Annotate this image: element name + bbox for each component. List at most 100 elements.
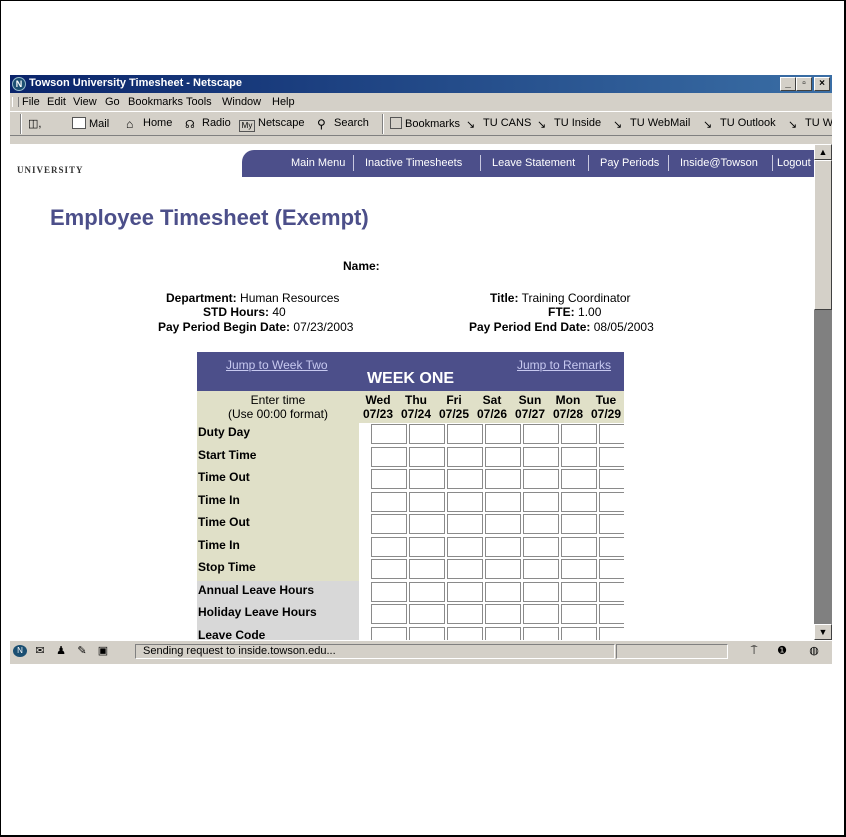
time-input[interactable]: [409, 559, 445, 579]
scroll-down-button[interactable]: ▼: [814, 624, 832, 640]
time-input[interactable]: [523, 491, 559, 512]
time-input[interactable]: [523, 514, 559, 534]
time-input[interactable]: [599, 604, 624, 624]
time-input[interactable]: [599, 469, 624, 489]
online-connection-icon[interactable]: ⍑: [744, 645, 764, 657]
time-input[interactable]: [561, 424, 597, 444]
time-input[interactable]: [485, 514, 521, 534]
toolbar-tu-web[interactable]: ↘TU Web(: [788, 117, 832, 131]
toolbar-tu-cans[interactable]: ↘ TU CANS: [466, 117, 531, 131]
time-input[interactable]: [561, 581, 597, 602]
menu-go[interactable]: Go: [105, 96, 120, 108]
time-input[interactable]: [447, 514, 483, 534]
time-input[interactable]: [599, 424, 624, 444]
time-input[interactable]: [371, 469, 407, 489]
nav-inside-towson[interactable]: Inside@Towson: [680, 157, 758, 169]
time-input[interactable]: [599, 491, 624, 512]
minimize-button[interactable]: _: [780, 77, 796, 91]
nav-main-menu[interactable]: Main Menu: [291, 157, 345, 169]
time-input[interactable]: [447, 536, 483, 557]
scroll-track[interactable]: [814, 310, 832, 624]
time-input[interactable]: [447, 424, 483, 444]
time-input[interactable]: [485, 536, 521, 557]
time-input[interactable]: [599, 559, 624, 579]
menu-help[interactable]: Help: [272, 96, 295, 108]
time-input[interactable]: [485, 581, 521, 602]
time-input[interactable]: [447, 491, 483, 512]
time-input[interactable]: [561, 514, 597, 534]
time-input[interactable]: [371, 536, 407, 557]
time-input[interactable]: [409, 581, 445, 602]
time-input[interactable]: [485, 446, 521, 467]
netscape-navigator-icon[interactable]: N: [13, 645, 27, 657]
toolbar-tu-inside[interactable]: ↘ TU Inside: [537, 117, 601, 131]
time-input[interactable]: [561, 536, 597, 557]
time-input[interactable]: [409, 469, 445, 489]
security-lock-icon[interactable]: ◍: [807, 645, 821, 657]
time-input[interactable]: [561, 469, 597, 489]
time-input[interactable]: [485, 559, 521, 579]
menu-edit[interactable]: Edit: [47, 96, 66, 108]
time-input[interactable]: [523, 559, 559, 579]
tabs-icon[interactable]: ◫,: [28, 117, 41, 130]
time-input[interactable]: [371, 604, 407, 624]
time-input[interactable]: [485, 626, 521, 640]
time-input[interactable]: [409, 446, 445, 467]
scroll-thumb[interactable]: [814, 160, 832, 310]
time-input[interactable]: [371, 491, 407, 512]
close-button[interactable]: ×: [814, 77, 830, 91]
cookie-icon[interactable]: ❶: [772, 645, 792, 657]
toolbar-tu-outlook[interactable]: ↘ TU Outlook: [703, 117, 776, 131]
time-input[interactable]: [561, 626, 597, 640]
time-input[interactable]: [599, 446, 624, 467]
aim-icon[interactable]: ♟: [54, 645, 68, 657]
time-input[interactable]: [447, 604, 483, 624]
toolbar-bookmarks[interactable]: Bookmarks: [390, 117, 460, 130]
time-input[interactable]: [485, 604, 521, 624]
maximize-button[interactable]: ▫: [796, 77, 812, 91]
time-input[interactable]: [447, 446, 483, 467]
time-input[interactable]: [599, 536, 624, 557]
time-input[interactable]: [485, 469, 521, 489]
toolbar-search[interactable]: ⚲ Search: [317, 117, 369, 130]
time-input[interactable]: [409, 604, 445, 624]
mail-icon[interactable]: ✉: [33, 645, 47, 657]
time-input[interactable]: [485, 491, 521, 512]
time-input[interactable]: [523, 536, 559, 557]
toolbar-netscape[interactable]: My Netscape: [239, 117, 304, 132]
menu-bookmarks[interactable]: Bookmarks: [128, 96, 183, 108]
time-input[interactable]: [599, 514, 624, 534]
nav-leave-statement[interactable]: Leave Statement: [492, 157, 575, 169]
toolbar-home[interactable]: ⌂ Home: [126, 117, 172, 130]
vertical-scrollbar[interactable]: ▲ ▼: [814, 144, 832, 640]
time-input[interactable]: [561, 559, 597, 579]
nav-inactive-timesheets[interactable]: Inactive Timesheets: [365, 157, 462, 169]
time-input[interactable]: [409, 491, 445, 512]
time-input[interactable]: [409, 424, 445, 444]
nav-pay-periods[interactable]: Pay Periods: [600, 157, 659, 169]
time-input[interactable]: [409, 536, 445, 557]
time-input[interactable]: [523, 469, 559, 489]
toolbar-mail[interactable]: Mail: [72, 117, 109, 130]
time-input[interactable]: [371, 626, 407, 640]
time-input[interactable]: [371, 424, 407, 444]
time-input[interactable]: [447, 626, 483, 640]
time-input[interactable]: [371, 581, 407, 602]
time-input[interactable]: [561, 604, 597, 624]
scroll-up-button[interactable]: ▲: [814, 144, 832, 160]
time-input[interactable]: [599, 626, 624, 640]
time-input[interactable]: [371, 446, 407, 467]
time-input[interactable]: [523, 604, 559, 624]
nav-logout[interactable]: Logout: [777, 157, 811, 169]
menu-file[interactable]: File: [22, 96, 40, 108]
time-input[interactable]: [523, 581, 559, 602]
time-input[interactable]: [447, 581, 483, 602]
time-input[interactable]: [371, 514, 407, 534]
time-input[interactable]: [561, 491, 597, 512]
time-input[interactable]: [371, 559, 407, 579]
time-input[interactable]: [599, 581, 624, 602]
time-input[interactable]: [409, 514, 445, 534]
toolbar-tu-webmail[interactable]: ↘ TU WebMail: [613, 117, 690, 131]
toolbar-radio[interactable]: ☊ Radio: [185, 117, 231, 131]
composer-icon[interactable]: ✎: [75, 645, 89, 657]
